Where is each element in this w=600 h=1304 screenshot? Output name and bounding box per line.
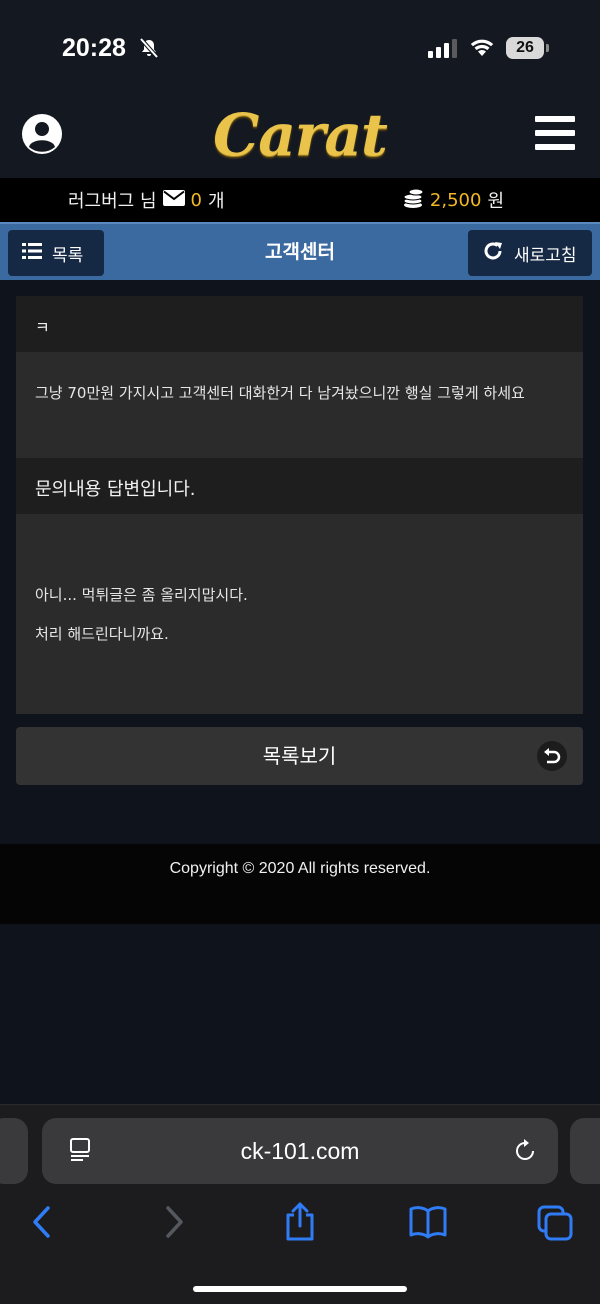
refresh-icon xyxy=(482,240,504,267)
answer-title-row: 문의내용 답변입니다. xyxy=(16,458,583,514)
balance-amount: 2,500 xyxy=(429,189,482,211)
answer-line-1: 아니... 먹튀글은 좀 올리지맙시다. xyxy=(35,586,248,604)
balance-unit: 원 xyxy=(487,191,504,212)
refresh-button[interactable]: 새로고침 xyxy=(468,230,592,276)
list-view-button[interactable]: 목록보기 xyxy=(16,727,583,785)
page-nav-bar: 고객센터 목록 새로고침 xyxy=(0,222,600,280)
carat-logo[interactable]: Carat xyxy=(210,100,390,170)
forward-chevron-icon[interactable] xyxy=(162,1205,186,1243)
tabs-icon[interactable] xyxy=(537,1205,573,1245)
inquiry-body: 그냥 70만원 가지시고 고객센터 대화한거 다 남겨놨으니깐 행실 그렇게 하… xyxy=(35,384,525,402)
battery-cap xyxy=(546,44,549,52)
inquiry-title: ㅋ xyxy=(35,318,50,337)
reload-icon[interactable] xyxy=(512,1138,538,1168)
return-arrow-icon xyxy=(537,741,567,771)
answer-line-2: 처리 해드린다니까요. xyxy=(35,625,169,643)
refresh-button-label: 새로고침 xyxy=(514,245,577,266)
site-footer: Copyright © 2020 All rights reserved. xyxy=(0,844,600,924)
answer-title: 문의내용 답변입니다. xyxy=(35,479,196,500)
address-bar[interactable]: ck-101.com xyxy=(42,1118,558,1184)
envelope-icon[interactable] xyxy=(162,189,185,211)
url-text: ck-101.com xyxy=(240,1138,360,1164)
username: 러그버그 님 xyxy=(68,191,157,212)
inquiry-title-row: ㅋ xyxy=(16,296,583,352)
list-icon xyxy=(22,242,42,264)
battery-icon: 26 xyxy=(506,37,544,59)
message-unit: 개 xyxy=(207,191,225,212)
cellular-signal-icon xyxy=(428,38,458,62)
coins-icon xyxy=(402,187,424,214)
list-button-label: 목록 xyxy=(52,245,84,266)
share-icon[interactable] xyxy=(283,1201,317,1245)
user-profile-icon[interactable] xyxy=(21,113,63,159)
answer-body-panel: 아니... 먹튀글은 좀 올리지맙시다. 처리 해드린다니까요. xyxy=(16,514,583,714)
bell-slash-icon xyxy=(138,37,160,63)
browser-toolbar: ck-101.com xyxy=(0,1104,600,1304)
user-info-left: 러그버그 님 0 개 xyxy=(68,178,225,222)
status-bar: 20:28 26 xyxy=(0,0,600,96)
list-view-button-label: 목록보기 xyxy=(262,744,337,768)
user-info-bar: 러그버그 님 0 개 2,500 원 xyxy=(0,178,600,222)
home-indicator xyxy=(193,1286,407,1292)
bookmarks-icon[interactable] xyxy=(409,1205,447,1243)
next-tab-preview[interactable] xyxy=(570,1118,600,1184)
back-chevron-icon[interactable] xyxy=(30,1205,54,1243)
message-count[interactable]: 0 xyxy=(191,190,202,211)
wifi-icon xyxy=(468,36,496,62)
status-time: 20:28 xyxy=(62,34,126,62)
list-button[interactable]: 목록 xyxy=(8,230,104,276)
inquiry-body-panel: 그냥 70만원 가지시고 고객센터 대화한거 다 남겨놨으니깐 행실 그렇게 하… xyxy=(16,352,583,458)
balance-info: 2,500 원 xyxy=(402,178,504,222)
hamburger-menu-icon[interactable] xyxy=(535,116,575,154)
previous-tab-preview[interactable] xyxy=(0,1118,28,1184)
copyright-text: Copyright © 2020 All rights reserved. xyxy=(169,860,431,877)
site-header: Carat xyxy=(0,96,600,178)
